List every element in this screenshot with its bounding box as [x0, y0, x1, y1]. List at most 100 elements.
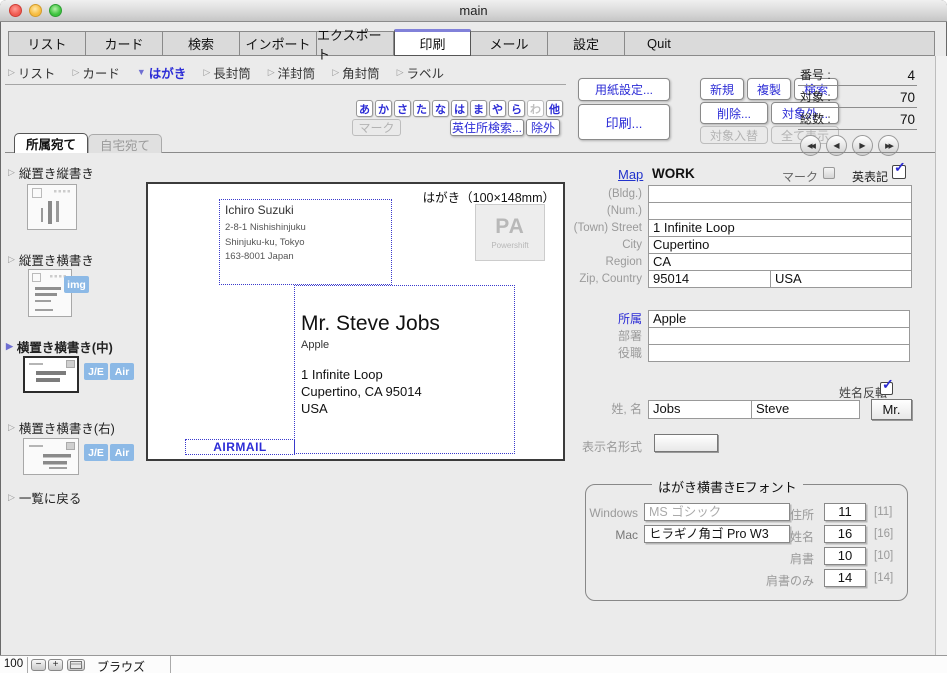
display-name-format-button[interactable] [654, 434, 718, 452]
window-title: main [0, 3, 947, 18]
recipient-address-block[interactable]: Mr. Steve Jobs Apple 1 Infinite Loop Cup… [294, 285, 515, 454]
zoom-out-button[interactable]: − [31, 659, 46, 671]
quit-button[interactable]: Quit [625, 32, 934, 55]
sidebar-item-vertical-vertical[interactable]: ▷ 縦置き縦書き [8, 163, 94, 182]
mac-font-label: Mac [586, 528, 638, 542]
honorific-button[interactable]: Mr. [871, 399, 912, 420]
country-field[interactable]: USA [770, 270, 912, 288]
tab-find[interactable]: 検索 [163, 32, 240, 55]
kana-key-a[interactable]: あ [356, 100, 373, 117]
triangle-right-icon: ▷ [203, 67, 210, 78]
title-only-size-field[interactable]: 14 [824, 569, 866, 587]
record-number-row: 番号 : 4 [798, 64, 917, 86]
kana-key-ma[interactable]: ま [470, 100, 487, 117]
mark-checkbox[interactable] [823, 167, 835, 179]
je-badge[interactable]: J/E [84, 444, 108, 461]
kana-key-ha[interactable]: は [451, 100, 468, 117]
minus-icon: − [36, 660, 42, 670]
titlebar[interactable]: main [0, 0, 947, 22]
map-link[interactable]: Map [618, 167, 643, 182]
paper-setup-button[interactable]: 用紙設定... [578, 78, 670, 101]
print-button[interactable]: 印刷... [578, 104, 670, 140]
subnav-western-envelope[interactable]: ▷洋封筒 [268, 63, 315, 82]
kana-key-na[interactable]: な [432, 100, 449, 117]
region-field[interactable]: CA [648, 253, 912, 271]
zoom-in-button[interactable]: + [48, 659, 63, 671]
triangle-right-icon: ▷ [397, 67, 404, 78]
organization-field[interactable]: Apple [648, 310, 910, 328]
title-size-field[interactable]: 10 [824, 547, 866, 565]
subnav-square-envelope[interactable]: ▷角封筒 [332, 63, 379, 82]
subnav-card[interactable]: ▷カード [72, 63, 119, 82]
tab-work-addressee[interactable]: 所属宛て [14, 133, 88, 153]
right-gutter-line [935, 56, 936, 655]
duplicate-record-button[interactable]: 複製 [747, 78, 791, 100]
air-badge[interactable]: Air [110, 363, 134, 380]
sidebar-item-vertical-horizontal[interactable]: ▷ 縦置き横書き [8, 250, 94, 269]
kana-key-other[interactable]: 他 [546, 100, 563, 117]
record-counter-panel: 番号 : 4 対象 : 70 総数 : 70 [798, 64, 917, 130]
tab-list[interactable]: リスト [9, 32, 86, 55]
field-row-title: 役職 [558, 344, 910, 362]
job-title-field[interactable] [648, 344, 910, 362]
zip-field[interactable]: 95014 [648, 270, 771, 288]
mode-selector[interactable]: ブラウズ [97, 658, 145, 673]
tab-export[interactable]: エクスポート [317, 32, 394, 55]
subnav-label[interactable]: ▷ラベル [397, 63, 444, 82]
first-name-field[interactable]: Steve [751, 400, 860, 419]
subnav-hagaki[interactable]: ▼はがき [137, 63, 186, 82]
kana-key-ya[interactable]: や [489, 100, 506, 117]
english-notation-checkbox[interactable]: ✓ [892, 165, 906, 179]
font-panel-title: はがき横書きEフォント [652, 477, 803, 496]
english-notation-label: 英表記 [852, 168, 888, 185]
field-row-name: 姓, 名 Jobs Steve [558, 400, 871, 419]
sidebar-item-horizontal-horizontal-right[interactable]: ▷ 横置き横書き(右) [8, 418, 115, 437]
previous-record-icon: ◀ [833, 141, 839, 150]
kana-key-ka[interactable]: か [375, 100, 392, 117]
tab-home-addressee[interactable]: 自宅宛て [88, 134, 162, 153]
tab-print[interactable]: 印刷 [394, 29, 471, 56]
street-field[interactable]: 1 Infinite Loop [648, 219, 912, 237]
building-field[interactable] [648, 185, 912, 203]
postcard-vertical-vertical-icon[interactable] [27, 184, 77, 235]
status-toolbar-toggle-button[interactable] [67, 659, 85, 671]
sidebar-item-horizontal-horizontal-center[interactable]: ▶ 横置き横書き(中) [6, 337, 113, 356]
kana-key-sa[interactable]: さ [394, 100, 411, 117]
last-name-field[interactable]: Jobs [648, 400, 752, 419]
title-size-label: 肩書 [706, 550, 814, 567]
airmail-block[interactable]: AIRMAIL [185, 439, 295, 455]
name-reverse-checkbox[interactable]: ✓ [880, 382, 893, 395]
exclude-button[interactable]: 除外 [526, 119, 560, 136]
sidebar-item-back-to-list[interactable]: ▷ 一覧に戻る [8, 488, 81, 507]
postcard-horizontal-right-icon[interactable] [23, 438, 79, 480]
department-field[interactable] [648, 327, 910, 345]
english-address-search-button[interactable]: 英住所検索... [450, 119, 524, 136]
je-badge[interactable]: J/E [84, 363, 108, 380]
number-field[interactable] [648, 202, 912, 220]
zoom-level-display[interactable]: 100 [0, 657, 28, 673]
tab-card[interactable]: カード [86, 32, 163, 55]
mark-filter-button: マーク [352, 119, 401, 136]
sender-line: 2-8-1 Nishishinjuku [225, 221, 387, 236]
new-record-button[interactable]: 新規 [700, 78, 744, 100]
subnav-list[interactable]: ▷リスト [8, 63, 55, 82]
delete-record-button[interactable]: 削除... [700, 102, 768, 124]
kana-key-ra[interactable]: ら [508, 100, 525, 117]
swap-found-set-button: 対象入替 [700, 126, 768, 144]
img-badge[interactable]: img [64, 276, 89, 293]
windows-font-label: Windows [586, 506, 638, 520]
address-size-field[interactable]: 11 [824, 503, 866, 521]
tab-mail[interactable]: メール [471, 32, 548, 55]
city-field[interactable]: Cupertino [648, 236, 912, 254]
kana-key-ta[interactable]: た [413, 100, 430, 117]
tab-import[interactable]: インポート [240, 32, 317, 55]
air-badge[interactable]: Air [110, 444, 134, 461]
app-window: main リスト カード 検索 インポート エクスポート 印刷 メール 設定 Q… [0, 0, 947, 673]
tab-settings[interactable]: 設定 [548, 32, 625, 55]
record-number-value: 4 [907, 68, 915, 83]
name-size-field[interactable]: 16 [824, 525, 866, 543]
triangle-right-icon: ▷ [8, 492, 15, 503]
postcard-horizontal-center-icon[interactable] [23, 356, 79, 398]
sender-address-block[interactable]: Ichiro Suzuki 2-8-1 Nishishinjuku Shinju… [219, 199, 392, 285]
subnav-long-envelope[interactable]: ▷長封筒 [203, 63, 250, 82]
